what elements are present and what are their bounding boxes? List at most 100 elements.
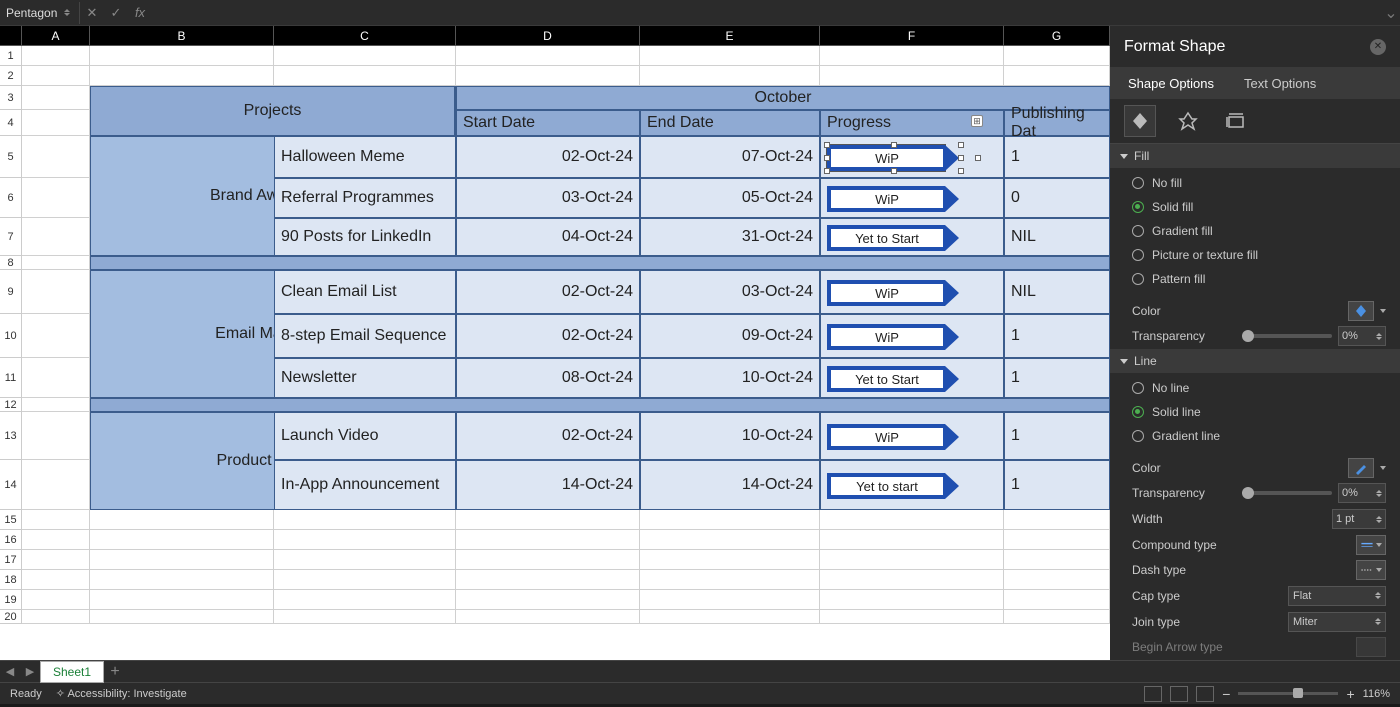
panel-title: Format Shape [1124, 38, 1225, 56]
row-header[interactable]: 14 [0, 460, 22, 510]
selection-handle[interactable] [824, 168, 830, 174]
add-sheet-icon[interactable]: + [104, 661, 126, 683]
sheet-tab[interactable]: Sheet1 [40, 661, 104, 683]
tab-nav-next-icon[interactable]: ▶ [20, 662, 40, 682]
row-header[interactable]: 9 [0, 270, 22, 314]
selection-handle[interactable] [958, 168, 964, 174]
formula-input[interactable] [152, 2, 1382, 24]
chevron-down-icon [1120, 154, 1128, 159]
column-header[interactable]: A [22, 26, 90, 46]
tab-nav-prev-icon[interactable]: ◀ [0, 662, 20, 682]
radio-option[interactable]: No line [1132, 379, 1386, 397]
zoom-in-icon[interactable]: + [1346, 686, 1354, 702]
line-transparency-value[interactable]: 0% [1338, 483, 1386, 503]
radio-option[interactable]: Picture or texture fill [1132, 246, 1386, 264]
pentagon-shape[interactable]: Yet to start [827, 473, 959, 499]
pentagon-shape[interactable]: Yet to Start [827, 225, 959, 251]
row-header[interactable]: 1 [0, 46, 22, 66]
radio-option[interactable]: Gradient fill [1132, 222, 1386, 240]
row-header[interactable]: 7 [0, 218, 22, 256]
column-header[interactable]: D [456, 26, 640, 46]
dash-type-picker[interactable] [1356, 560, 1386, 580]
zoom-level[interactable]: 116% [1363, 688, 1390, 700]
formula-expand-icon[interactable]: ⌄ [1382, 2, 1400, 24]
fill-transparency-value[interactable]: 0% [1338, 326, 1386, 346]
cap-type-select[interactable]: Flat [1288, 586, 1386, 606]
pentagon-shape[interactable]: WiP [827, 145, 959, 171]
accept-icon[interactable]: ✓ [104, 1, 128, 25]
line-section-header[interactable]: Line [1110, 349, 1400, 373]
fill-section-header[interactable]: Fill [1110, 144, 1400, 168]
column-header[interactable]: G [1004, 26, 1110, 46]
size-properties-icon[interactable] [1220, 105, 1252, 137]
pentagon-shape[interactable]: WiP [827, 186, 959, 212]
radio-option[interactable]: No fill [1132, 174, 1386, 192]
radio-icon [1132, 430, 1144, 442]
column-header[interactable]: E [640, 26, 820, 46]
column-header[interactable]: F [820, 26, 1004, 46]
compound-type-picker[interactable] [1356, 535, 1386, 555]
row-header[interactable]: 13 [0, 412, 22, 460]
selection-handle[interactable] [824, 142, 830, 148]
row-header[interactable]: 17 [0, 550, 22, 570]
join-type-select[interactable]: Miter [1288, 612, 1386, 632]
name-box-dropdown-icon[interactable] [61, 4, 73, 22]
row-header[interactable]: 19 [0, 590, 22, 610]
row-header[interactable]: 4 [0, 110, 22, 136]
line-width-value[interactable]: 1 pt [1332, 509, 1386, 529]
fill-color-picker[interactable] [1348, 301, 1374, 321]
pentagon-shape[interactable]: WiP [827, 324, 959, 350]
line-color-picker[interactable] [1348, 458, 1374, 478]
row-header[interactable]: 11 [0, 358, 22, 398]
selection-handle[interactable] [891, 142, 897, 148]
line-transparency-slider[interactable] [1242, 491, 1332, 495]
chevron-down-icon [1380, 309, 1386, 313]
pentagon-shape[interactable]: WiP [827, 280, 959, 306]
row-header[interactable]: 12 [0, 398, 22, 412]
pentagon-shape[interactable]: Yet to Start [827, 366, 959, 392]
radio-option[interactable]: Pattern fill [1132, 270, 1386, 288]
selection-handle[interactable] [958, 155, 964, 161]
row-header[interactable]: 8 [0, 256, 22, 270]
selection-handle[interactable] [975, 155, 981, 161]
spreadsheet-grid[interactable]: ABCDEFG 1234567891011121314151617181920 … [0, 26, 1110, 660]
status-accessibility[interactable]: ✧ Accessibility: Investigate [56, 687, 187, 700]
zoom-slider[interactable] [1238, 692, 1338, 695]
fx-icon[interactable]: fx [128, 1, 152, 25]
selection-handle[interactable] [891, 168, 897, 174]
column-header[interactable]: C [274, 26, 456, 46]
select-all-corner[interactable] [0, 26, 22, 46]
effects-icon[interactable] [1172, 105, 1204, 137]
fill-line-icon[interactable] [1124, 105, 1156, 137]
row-header[interactable]: 18 [0, 570, 22, 590]
row-header[interactable]: 15 [0, 510, 22, 530]
selection-handle[interactable] [958, 142, 964, 148]
view-page-layout-icon[interactable] [1170, 686, 1188, 702]
row-header[interactable]: 3 [0, 86, 22, 110]
view-page-break-icon[interactable] [1196, 686, 1214, 702]
column-header[interactable]: B [90, 26, 274, 46]
selection-handle[interactable] [824, 155, 830, 161]
row-header[interactable]: 16 [0, 530, 22, 550]
zoom-out-icon[interactable]: − [1222, 686, 1230, 702]
row-header[interactable]: 2 [0, 66, 22, 86]
radio-option[interactable]: Solid fill [1132, 198, 1386, 216]
close-icon[interactable]: ✕ [1370, 39, 1386, 55]
cancel-icon[interactable]: ✕ [80, 1, 104, 25]
row-header[interactable]: 5 [0, 136, 22, 178]
row-header[interactable]: 6 [0, 178, 22, 218]
view-normal-icon[interactable] [1144, 686, 1162, 702]
radio-option[interactable]: Gradient line [1132, 427, 1386, 445]
tab-shape-options[interactable]: Shape Options [1128, 76, 1214, 91]
row-header[interactable]: 20 [0, 610, 22, 624]
tab-text-options[interactable]: Text Options [1244, 76, 1316, 91]
fill-transparency-slider[interactable] [1242, 334, 1332, 338]
task-cell: Halloween Meme [274, 136, 456, 178]
row-header[interactable]: 10 [0, 314, 22, 358]
pentagon-shape[interactable]: WiP [827, 424, 959, 450]
publish-cell: 1 [1004, 412, 1110, 460]
name-box[interactable]: Pentagon [0, 2, 80, 24]
smart-tag-icon[interactable]: ⊞ [971, 115, 983, 127]
cells-canvas[interactable]: ProjectsOctoberStart DateEnd DateProgres… [22, 46, 1110, 624]
radio-option[interactable]: Solid line [1132, 403, 1386, 421]
